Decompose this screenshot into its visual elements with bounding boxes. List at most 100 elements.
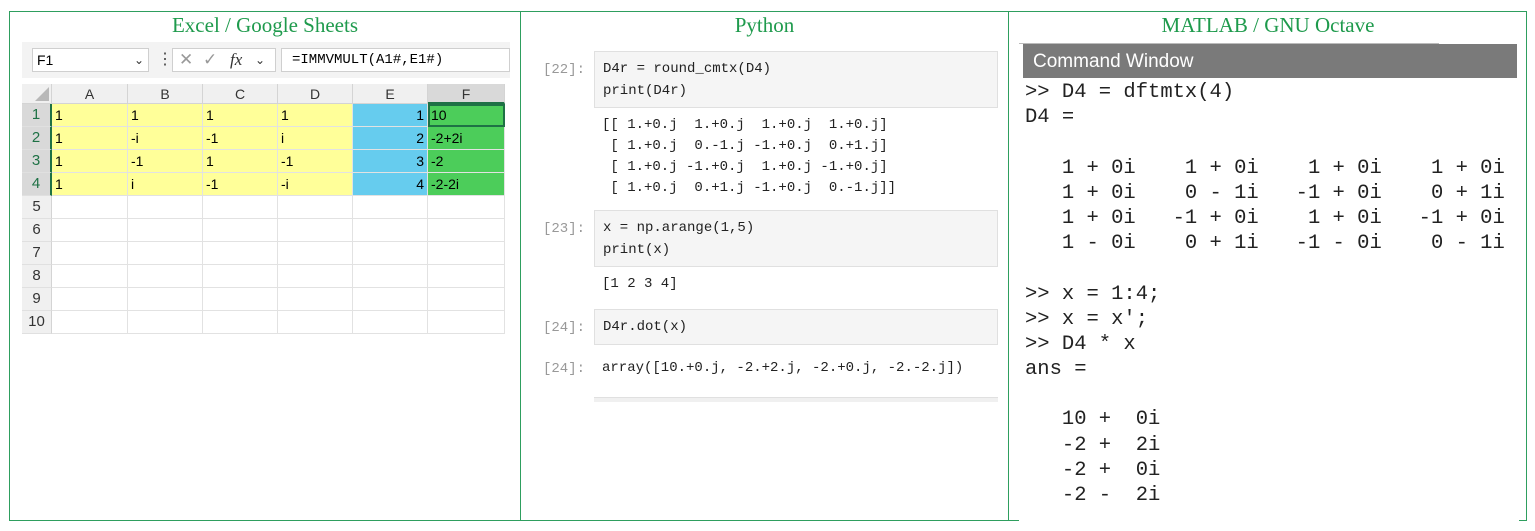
cell-a4[interactable]: 1 xyxy=(52,173,128,196)
cell-c5[interactable] xyxy=(203,196,278,219)
column-header-a[interactable]: A xyxy=(52,84,128,104)
cell-f5[interactable] xyxy=(428,196,505,219)
cell-b3[interactable]: -1 xyxy=(128,150,203,173)
enter-icon[interactable]: ✓ xyxy=(203,50,217,70)
cell-a7[interactable] xyxy=(52,242,128,265)
cell-c8[interactable] xyxy=(203,265,278,288)
formula-input[interactable]: =IMMVMULT(A1#,E1#) xyxy=(281,48,510,72)
cell-e7[interactable] xyxy=(353,242,428,265)
more-options-icon[interactable]: ⋮ xyxy=(157,49,173,69)
cell-a5[interactable] xyxy=(52,196,128,219)
cell-e4[interactable]: 4 xyxy=(353,173,428,196)
row-header-2[interactable]: 2 xyxy=(22,127,52,150)
cell-e10[interactable] xyxy=(353,311,428,334)
row-header-6[interactable]: 6 xyxy=(22,219,52,242)
column-header-e[interactable]: E xyxy=(353,84,428,104)
empty-code-cell[interactable] xyxy=(594,397,998,402)
cell-b5[interactable] xyxy=(128,196,203,219)
output-line: ans = xyxy=(1025,358,1087,382)
cell-d4[interactable]: -i xyxy=(278,173,353,196)
cell-d5[interactable] xyxy=(278,196,353,219)
insert-function-icon[interactable]: fx xyxy=(230,50,242,70)
cell-b2[interactable]: -i xyxy=(128,127,203,150)
cell-b4[interactable]: i xyxy=(128,173,203,196)
cell-c2[interactable]: -1 xyxy=(203,127,278,150)
cell-e1[interactable]: 1 xyxy=(353,104,428,127)
row-header-3[interactable]: 3 xyxy=(22,150,52,173)
cell-a8[interactable] xyxy=(52,265,128,288)
code-cell-input[interactable]: D4r = round_cmtx(D4) print(D4r) xyxy=(594,51,998,108)
cell-c9[interactable] xyxy=(203,288,278,311)
row-header-10[interactable]: 10 xyxy=(22,311,52,334)
column-header-d[interactable]: D xyxy=(278,84,353,104)
cell-d7[interactable] xyxy=(278,242,353,265)
row-header-9[interactable]: 9 xyxy=(22,288,52,311)
output-line: -2 + 0i xyxy=(1025,458,1161,482)
command-line: >> D4 * x xyxy=(1025,332,1136,356)
column-header-c[interactable]: C xyxy=(203,84,278,104)
cell-b9[interactable] xyxy=(128,288,203,311)
row-header-8[interactable]: 8 xyxy=(22,265,52,288)
column-header-f[interactable]: F xyxy=(428,84,505,104)
code-cell-input[interactable]: D4r.dot(x) xyxy=(594,309,998,345)
cell-d10[interactable] xyxy=(278,311,353,334)
cell-f3[interactable]: -2 xyxy=(428,150,505,173)
cell-a9[interactable] xyxy=(52,288,128,311)
code-cell-input[interactable]: x = np.arange(1,5) print(x) xyxy=(594,210,998,267)
name-box-value: F1 xyxy=(37,52,54,68)
command-window-title: Command Window xyxy=(1023,44,1517,78)
cell-f2[interactable]: -2+2i xyxy=(428,127,505,150)
cell-d2[interactable]: i xyxy=(278,127,353,150)
cell-a3[interactable]: 1 xyxy=(52,150,128,173)
chevron-down-icon[interactable]: ⌄ xyxy=(255,53,265,67)
cell-a6[interactable] xyxy=(52,219,128,242)
cell-f4[interactable]: -2-2i xyxy=(428,173,505,196)
cell-f1[interactable]: 10 xyxy=(428,104,505,127)
cell-e9[interactable] xyxy=(353,288,428,311)
cell-f8[interactable] xyxy=(428,265,505,288)
cancel-icon[interactable]: ✕ xyxy=(179,50,193,70)
cell-b6[interactable] xyxy=(128,219,203,242)
cell-f6[interactable] xyxy=(428,219,505,242)
cell-a1[interactable]: 1 xyxy=(52,104,128,127)
cell-c6[interactable] xyxy=(203,219,278,242)
row-header-4[interactable]: 4 xyxy=(22,173,52,196)
chevron-down-icon[interactable]: ⌄ xyxy=(134,49,144,71)
cell-e5[interactable] xyxy=(353,196,428,219)
cell-c3[interactable]: 1 xyxy=(203,150,278,173)
cell-b10[interactable] xyxy=(128,311,203,334)
cell-e2[interactable]: 2 xyxy=(353,127,428,150)
name-box[interactable]: F1 ⌄ xyxy=(32,48,149,72)
command-line: >> x = 1:4; xyxy=(1025,282,1161,306)
cell-e8[interactable] xyxy=(353,265,428,288)
cell-b1[interactable]: 1 xyxy=(128,104,203,127)
row-header-7[interactable]: 7 xyxy=(22,242,52,265)
cell-d1[interactable]: 1 xyxy=(278,104,353,127)
cell-f10[interactable] xyxy=(428,311,505,334)
cell-d8[interactable] xyxy=(278,265,353,288)
cell-d6[interactable] xyxy=(278,219,353,242)
cell-a2[interactable]: 1 xyxy=(52,127,128,150)
cell-b7[interactable] xyxy=(128,242,203,265)
cell-c7[interactable] xyxy=(203,242,278,265)
command-window-text[interactable]: >> D4 = dftmtx(4) D4 = 1 + 0i 1 + 0i 1 + … xyxy=(1025,80,1505,508)
column-header-b[interactable]: B xyxy=(128,84,203,104)
cell-f7[interactable] xyxy=(428,242,505,265)
code-line: D4r.dot(x) xyxy=(603,319,688,335)
cell-b8[interactable] xyxy=(128,265,203,288)
output-prompt: [24]: xyxy=(543,361,586,377)
cell-a10[interactable] xyxy=(52,311,128,334)
row-header-1[interactable]: 1 xyxy=(22,104,52,127)
cell-d9[interactable] xyxy=(278,288,353,311)
cell-c4[interactable]: -1 xyxy=(203,173,278,196)
cell-d3[interactable]: -1 xyxy=(278,150,353,173)
cell-c1[interactable]: 1 xyxy=(203,104,278,127)
cell-c10[interactable] xyxy=(203,311,278,334)
row-header-5[interactable]: 5 xyxy=(22,196,52,219)
select-all-corner[interactable] xyxy=(22,84,52,104)
cell-e3[interactable]: 3 xyxy=(353,150,428,173)
cell-e6[interactable] xyxy=(353,219,428,242)
cell-f9[interactable] xyxy=(428,288,505,311)
